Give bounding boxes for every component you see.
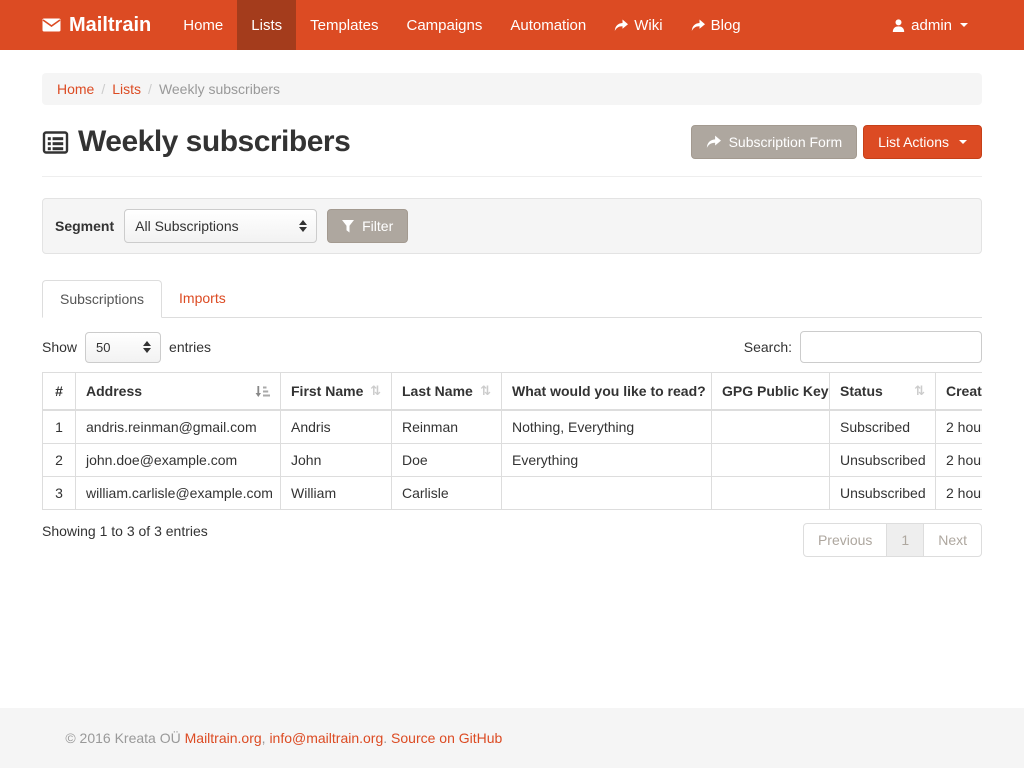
cell-read-pref bbox=[502, 477, 712, 510]
footer-link-email[interactable]: info@mailtrain.org bbox=[269, 730, 383, 746]
pagination-previous[interactable]: Previous bbox=[803, 523, 887, 557]
cell-first-name: Andris bbox=[281, 410, 392, 444]
select-arrows-icon bbox=[299, 220, 307, 232]
cell-last-name: Carlisle bbox=[392, 477, 502, 510]
main-nav: Home Lists Templates Campaigns Automatio… bbox=[169, 0, 754, 50]
cell-first-name: William bbox=[281, 477, 392, 510]
nav-item-lists[interactable]: Lists bbox=[237, 0, 296, 50]
page-title: Weekly subscribers bbox=[42, 125, 350, 159]
brand-label: Mailtrain bbox=[69, 14, 151, 37]
cell-created: 2 hours ago bbox=[936, 477, 983, 510]
col-header-status[interactable]: Status ⇅ bbox=[830, 373, 936, 411]
segment-panel: Segment All Subscriptions Filter bbox=[42, 198, 982, 254]
share-icon bbox=[614, 19, 628, 32]
cell-created: 2 hours ago bbox=[936, 444, 983, 477]
col-header-index: # bbox=[43, 373, 76, 411]
select-arrows-icon bbox=[143, 341, 151, 353]
col-header-first-name[interactable]: First Name ⇅ bbox=[281, 373, 392, 411]
user-menu[interactable]: admin bbox=[878, 0, 982, 50]
copyright-text: © 2016 Kreata OÜ bbox=[65, 730, 184, 746]
tab-imports[interactable]: Imports bbox=[162, 280, 243, 318]
filter-button[interactable]: Filter bbox=[327, 209, 408, 243]
col-header-last-name[interactable]: Last Name ⇅ bbox=[392, 373, 502, 411]
breadcrumb-home[interactable]: Home bbox=[57, 81, 94, 97]
cell-address: john.doe@example.com bbox=[76, 444, 281, 477]
col-header-gpg-key[interactable]: GPG Public Key bbox=[712, 373, 830, 411]
sort-asc-icon bbox=[255, 385, 270, 398]
cell-first-name: John bbox=[281, 444, 392, 477]
search-input[interactable] bbox=[800, 331, 982, 363]
header-divider bbox=[42, 176, 982, 177]
pagination: Previous 1 Next bbox=[803, 523, 982, 557]
breadcrumb-lists[interactable]: Lists bbox=[112, 81, 141, 97]
cell-created: 2 hours ago bbox=[936, 410, 983, 444]
tab-subscriptions[interactable]: Subscriptions bbox=[42, 280, 162, 318]
entries-summary: Showing 1 to 3 of 3 entries bbox=[42, 523, 208, 539]
top-navbar: Mailtrain Home Lists Templates Campaigns… bbox=[0, 0, 1024, 50]
brand-mailtrain[interactable]: Mailtrain bbox=[42, 0, 169, 50]
cell-gpg bbox=[712, 477, 830, 510]
sort-both-icon: ⇅ bbox=[914, 384, 925, 399]
share-icon bbox=[706, 135, 721, 149]
cell-read-pref: Nothing, Everything bbox=[502, 410, 712, 444]
pagination-page-1[interactable]: 1 bbox=[886, 523, 924, 557]
nav-item-home[interactable]: Home bbox=[169, 0, 237, 50]
list-actions-button[interactable]: List Actions bbox=[863, 125, 982, 159]
cell-gpg bbox=[712, 410, 830, 444]
cell-status: Subscribed bbox=[830, 410, 936, 444]
cell-status: Unsubscribed bbox=[830, 444, 936, 477]
segment-label: Segment bbox=[55, 218, 114, 234]
cell-address: william.carlisle@example.com bbox=[76, 477, 281, 510]
list-alt-icon bbox=[42, 129, 69, 156]
subscribers-table: # Address bbox=[42, 372, 982, 510]
table-header-row: # Address bbox=[43, 373, 983, 411]
table-row[interactable]: 3 william.carlisle@example.com William C… bbox=[43, 477, 983, 510]
share-icon bbox=[691, 19, 705, 32]
nav-item-blog[interactable]: Blog bbox=[677, 0, 755, 50]
nav-item-templates[interactable]: Templates bbox=[296, 0, 392, 50]
subscribers-table-wrap: # Address bbox=[42, 372, 982, 510]
footer-link-site[interactable]: Mailtrain.org bbox=[185, 730, 262, 746]
col-header-custom-field[interactable]: What would you like to read? bbox=[502, 373, 712, 411]
cell-address: andris.reinman@gmail.com bbox=[76, 410, 281, 444]
entries-label: entries bbox=[169, 339, 211, 355]
show-label: Show bbox=[42, 339, 77, 355]
nav-item-campaigns[interactable]: Campaigns bbox=[392, 0, 496, 50]
funnel-icon bbox=[342, 220, 354, 233]
caret-down-icon bbox=[960, 23, 968, 27]
breadcrumb-current: Weekly subscribers bbox=[159, 81, 280, 97]
cell-last-name: Doe bbox=[392, 444, 502, 477]
cell-gpg bbox=[712, 444, 830, 477]
table-row[interactable]: 2 john.doe@example.com John Doe Everythi… bbox=[43, 444, 983, 477]
subscription-form-button[interactable]: Subscription Form bbox=[691, 125, 858, 159]
cell-last-name: Reinman bbox=[392, 410, 502, 444]
nav-item-wiki[interactable]: Wiki bbox=[600, 0, 676, 50]
breadcrumb: Home / Lists / Weekly subscribers bbox=[42, 73, 982, 105]
col-header-address[interactable]: Address bbox=[76, 373, 281, 411]
list-tabs: Subscriptions Imports bbox=[42, 280, 982, 318]
user-label: admin bbox=[911, 17, 952, 34]
user-icon bbox=[892, 19, 905, 32]
cell-status: Unsubscribed bbox=[830, 477, 936, 510]
table-row[interactable]: 1 andris.reinman@gmail.com Andris Reinma… bbox=[43, 410, 983, 444]
sort-both-icon: ⇅ bbox=[480, 384, 491, 399]
col-header-created[interactable]: Created bbox=[936, 373, 983, 411]
search-label: Search: bbox=[744, 339, 792, 355]
footer-link-source[interactable]: Source on GitHub bbox=[391, 730, 502, 746]
nav-item-automation[interactable]: Automation bbox=[496, 0, 600, 50]
cell-read-pref: Everything bbox=[502, 444, 712, 477]
caret-down-icon bbox=[959, 140, 967, 144]
segment-select[interactable]: All Subscriptions bbox=[124, 209, 317, 243]
pagination-next[interactable]: Next bbox=[923, 523, 982, 557]
page-length-select[interactable]: 50 bbox=[85, 332, 161, 363]
envelope-icon bbox=[42, 18, 61, 32]
page-footer: © 2016 Kreata OÜ Mailtrain.org, info@mai… bbox=[0, 708, 1024, 768]
sort-both-icon: ⇅ bbox=[370, 384, 381, 399]
